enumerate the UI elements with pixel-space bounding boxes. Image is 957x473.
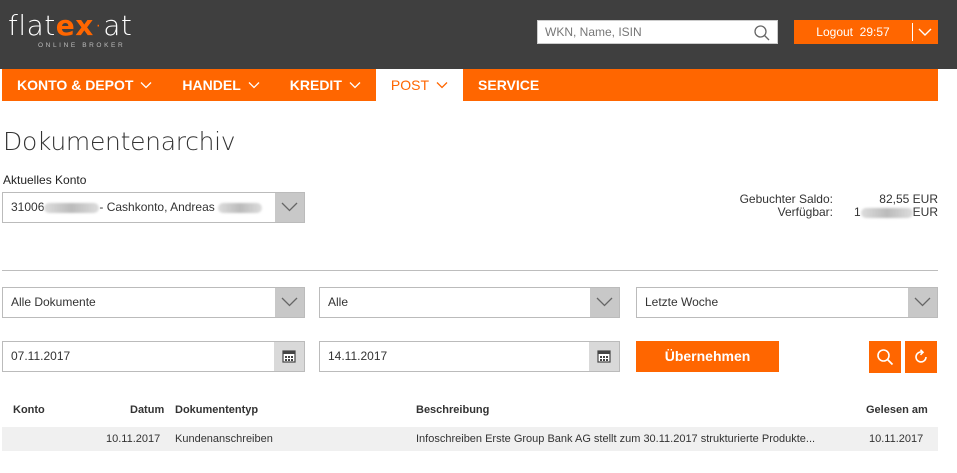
balance-labels: Gebuchter Saldo: Verfügbar: [740, 193, 833, 219]
logout-label: Logout 29:57 [816, 25, 890, 39]
document-type-value: Alle Dokumente [11, 295, 96, 309]
redacted-available-amount [860, 207, 913, 218]
top-header: flatex·at ONLINE BROKER Logout 29:57 [0, 0, 957, 69]
status-select[interactable]: Alle [319, 287, 620, 318]
date-to-value: 14.11.2017 [328, 349, 388, 363]
chevron-down-icon[interactable] [916, 24, 934, 40]
page-title: Dokumentenarchiv [3, 127, 236, 156]
nav-item-kredit[interactable]: KREDIT [275, 69, 376, 101]
chevron-down-icon [281, 297, 298, 307]
column-header-gelesen-am[interactable]: Gelesen am [866, 404, 928, 416]
konto-select-toggle[interactable] [275, 193, 304, 222]
period-select[interactable]: Letzte Woche [636, 287, 938, 318]
chevron-down-icon [248, 82, 260, 89]
cell-beschreibung[interactable]: Infoschreiben Erste Group Bank AG stellt… [416, 433, 815, 445]
calendar-icon [282, 350, 296, 363]
logo-wordmark: flatex·at [8, 9, 133, 42]
nav-item-konto-depot[interactable]: KONTO & DEPOT [2, 69, 167, 101]
konto-label: Aktuelles Konto [3, 173, 87, 187]
date-to-field[interactable]: 14.11.2017 [319, 341, 620, 372]
column-header-konto[interactable]: Konto [13, 404, 45, 416]
chevron-down-icon [349, 82, 361, 89]
logo-tagline: ONLINE BROKER [38, 42, 126, 49]
redacted-surname [217, 202, 262, 213]
document-type-select[interactable]: Alle Dokumente [2, 287, 305, 318]
logout-button[interactable]: Logout 29:57 [794, 20, 938, 44]
available-balance-value: 1 EUR [853, 205, 938, 219]
search-icon[interactable] [753, 24, 771, 42]
search-box[interactable] [537, 20, 778, 44]
redacted-account-number [44, 202, 100, 213]
search-icon [877, 349, 894, 366]
column-header-datum[interactable]: Datum [130, 404, 164, 416]
reset-button[interactable] [905, 341, 937, 373]
nav-item-handel[interactable]: HANDEL [167, 69, 274, 101]
konto-select-value: 31006- Cashkonto, Andreas [11, 193, 262, 222]
status-value: Alle [328, 295, 349, 309]
main-nav: KONTO & DEPOT HANDEL KREDIT POST SERVICE [2, 69, 938, 101]
date-from-field[interactable]: 07.11.2017 [2, 341, 305, 372]
date-from-value: 07.11.2017 [11, 349, 71, 363]
column-header-dokumententyp[interactable]: Dokumententyp [175, 404, 258, 416]
chevron-down-icon [281, 202, 298, 212]
chevron-down-icon [914, 297, 931, 307]
cell-gelesen-am: 10.11.2017 [869, 433, 924, 445]
search-button[interactable] [869, 341, 901, 373]
session-timer: 29:57 [859, 25, 890, 39]
balance-values: 82,55 EUR 1 EUR [854, 193, 938, 219]
available-balance-label: Verfügbar: [777, 205, 833, 219]
section-divider [2, 270, 938, 271]
apply-button[interactable]: Übernehmen [636, 341, 779, 372]
document-type-toggle[interactable] [275, 288, 304, 317]
logout-divider [912, 23, 913, 41]
status-toggle[interactable] [590, 288, 619, 317]
chevron-down-icon [140, 82, 152, 89]
period-value: Letzte Woche [645, 295, 719, 309]
date-to-picker[interactable] [589, 342, 619, 371]
flatex-logo[interactable]: flatex·at ONLINE BROKER [8, 9, 133, 50]
nav-item-post[interactable]: POST [375, 69, 464, 101]
period-toggle[interactable] [908, 288, 937, 317]
cell-dokumententyp: Kundenanschreiben [175, 433, 273, 445]
konto-select[interactable]: 31006- Cashkonto, Andreas [2, 192, 305, 223]
chevron-down-icon [436, 82, 448, 89]
column-header-beschreibung[interactable]: Beschreibung [416, 404, 489, 416]
nav-item-service[interactable]: SERVICE [463, 69, 554, 101]
cell-datum: 10.11.2017 [106, 433, 161, 445]
date-from-picker[interactable] [274, 342, 304, 371]
search-input[interactable] [538, 21, 743, 43]
calendar-icon [597, 350, 611, 363]
chevron-down-icon [596, 297, 613, 307]
refresh-icon [915, 349, 927, 363]
